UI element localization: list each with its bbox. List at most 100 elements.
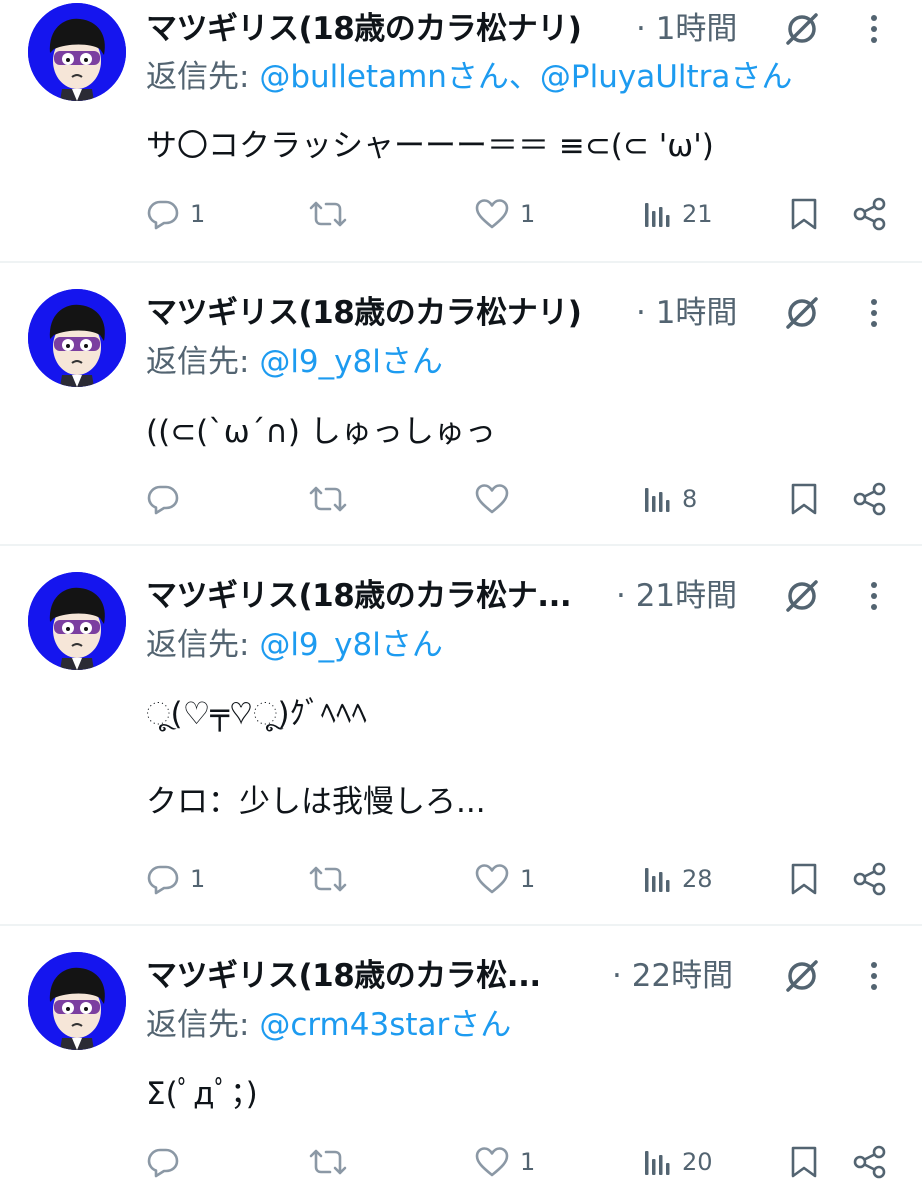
more-vertical-dots-icon[interactable] bbox=[862, 956, 886, 996]
tweet-actions: 1 1 21 bbox=[0, 194, 922, 234]
like-count: 1 bbox=[520, 200, 536, 228]
tweet-actions: 8 bbox=[0, 479, 922, 519]
views-count: 21 bbox=[682, 200, 713, 228]
views-bar-chart-icon bbox=[645, 488, 670, 512]
reply-bubble-icon bbox=[147, 200, 179, 230]
tweet-text: サ〇コクラッシャーーー＝＝ ≡⊂(⊂ 'ω') bbox=[146, 128, 714, 164]
bookmark-icon bbox=[791, 863, 817, 895]
reply-prefix: 返信先: bbox=[146, 59, 260, 95]
more-vertical-dots-icon[interactable] bbox=[862, 9, 886, 49]
bookmark-icon bbox=[791, 483, 817, 515]
avatar-image bbox=[28, 952, 126, 1050]
hidden-slash-circle-icon[interactable] bbox=[782, 956, 822, 996]
heart-icon bbox=[475, 864, 509, 894]
heart-icon bbox=[475, 1147, 509, 1177]
retweet-icon bbox=[309, 201, 347, 227]
tweet[interactable]: マツギリス(18歳のカラ松... · 22時間 返信先: @crm43starさ… bbox=[0, 926, 922, 1200]
views-button[interactable]: 28 bbox=[642, 859, 713, 899]
reply-to-line: 返信先: @l9_y8lさん bbox=[146, 341, 443, 383]
tweet-time[interactable]: · 1時間 bbox=[636, 9, 737, 49]
reply-button[interactable]: 1 bbox=[146, 859, 205, 899]
retweet-icon bbox=[309, 486, 347, 512]
views-bar-chart-icon bbox=[645, 868, 670, 892]
views-count: 28 bbox=[682, 865, 713, 893]
avatar[interactable] bbox=[28, 289, 126, 387]
reply-button[interactable]: 1 bbox=[146, 194, 205, 234]
views-button[interactable]: 20 bbox=[642, 1142, 713, 1182]
share-button[interactable] bbox=[852, 1142, 888, 1182]
hidden-slash-circle-icon[interactable] bbox=[782, 293, 822, 333]
tweet-text: ((⊂(`ω´∩) しゅっしゅっ bbox=[146, 414, 496, 450]
author-name[interactable]: マツギリス(18歳のカラ松ナ... bbox=[146, 576, 572, 616]
share-icon bbox=[853, 862, 886, 896]
bookmark-button[interactable] bbox=[788, 194, 820, 234]
share-icon bbox=[853, 1145, 886, 1179]
tweet-text: Σ(ﾟдﾟ；) bbox=[146, 1076, 258, 1112]
heart-icon bbox=[475, 199, 509, 229]
bookmark-icon bbox=[791, 198, 817, 230]
bookmark-button[interactable] bbox=[788, 859, 820, 899]
author-name[interactable]: マツギリス(18歳のカラ松ナリ) bbox=[146, 9, 582, 49]
reply-mentions[interactable]: @l9_y8lさん bbox=[259, 627, 443, 663]
reply-bubble-icon bbox=[147, 485, 179, 515]
reply-button[interactable] bbox=[146, 479, 190, 519]
author-name[interactable]: マツギリス(18歳のカラ松ナリ) bbox=[146, 293, 582, 333]
more-vertical-dots-icon[interactable] bbox=[862, 576, 886, 616]
reply-prefix: 返信先: bbox=[146, 627, 260, 663]
bookmark-button[interactable] bbox=[788, 479, 820, 519]
retweet-button[interactable] bbox=[308, 194, 358, 234]
share-icon bbox=[853, 482, 886, 516]
views-button[interactable]: 8 bbox=[642, 479, 697, 519]
avatar-image bbox=[28, 289, 126, 387]
avatar-image bbox=[28, 3, 126, 101]
hidden-slash-circle-icon[interactable] bbox=[782, 9, 822, 49]
share-button[interactable] bbox=[852, 479, 888, 519]
retweet-icon bbox=[309, 1149, 347, 1175]
like-button[interactable] bbox=[474, 479, 520, 519]
retweet-button[interactable] bbox=[308, 1142, 358, 1182]
retweet-icon bbox=[309, 866, 347, 892]
reply-to-line: 返信先: @l9_y8lさん bbox=[146, 624, 443, 666]
tweet-actions: 1 1 28 bbox=[0, 859, 922, 899]
bookmark-icon bbox=[791, 1146, 817, 1178]
views-bar-chart-icon bbox=[645, 1151, 670, 1175]
tweet-time[interactable]: · 21時間 bbox=[616, 576, 737, 616]
retweet-button[interactable] bbox=[308, 479, 358, 519]
reply-prefix: 返信先: bbox=[146, 344, 260, 380]
share-button[interactable] bbox=[852, 859, 888, 899]
views-count: 8 bbox=[682, 485, 698, 513]
retweet-button[interactable] bbox=[308, 859, 358, 899]
reply-mentions[interactable]: @crm43starさん bbox=[259, 1007, 511, 1043]
reply-count: 1 bbox=[190, 865, 206, 893]
avatar[interactable] bbox=[28, 572, 126, 670]
tweet-text: ૂ(♡╤♡ૂ)ｸﾞﾍﾍﾍ クロ：少しは我慢しろ... bbox=[146, 696, 486, 820]
reply-prefix: 返信先: bbox=[146, 1007, 260, 1043]
share-button[interactable] bbox=[852, 194, 888, 234]
heart-icon bbox=[475, 484, 509, 514]
more-vertical-dots-icon[interactable] bbox=[862, 293, 886, 333]
tweet[interactable]: マツギリス(18歳のカラ松ナ... · 21時間 返信先: @l9_y8lさん … bbox=[0, 546, 922, 924]
reply-count: 1 bbox=[190, 200, 206, 228]
reply-button[interactable] bbox=[146, 1142, 190, 1182]
avatar[interactable] bbox=[28, 952, 126, 1050]
bookmark-button[interactable] bbox=[788, 1142, 820, 1182]
reply-mentions[interactable]: @bulletamnさん、@PluyaUltraさん bbox=[259, 59, 792, 95]
reply-mentions[interactable]: @l9_y8lさん bbox=[259, 344, 443, 380]
tweet[interactable]: マツギリス(18歳のカラ松ナリ) · 1時間 返信先: @l9_y8lさん ((… bbox=[0, 263, 922, 545]
reply-to-line: 返信先: @crm43starさん bbox=[146, 1004, 511, 1046]
like-button[interactable]: 1 bbox=[474, 194, 535, 234]
reply-bubble-icon bbox=[147, 1148, 179, 1178]
avatar-image bbox=[28, 572, 126, 670]
views-button[interactable]: 21 bbox=[642, 194, 713, 234]
tweet[interactable]: マツギリス(18歳のカラ松ナリ) · 1時間 返信先: @bulletamnさん… bbox=[0, 0, 922, 262]
author-name[interactable]: マツギリス(18歳のカラ松... bbox=[146, 956, 541, 996]
share-icon bbox=[853, 197, 886, 231]
hidden-slash-circle-icon[interactable] bbox=[782, 576, 822, 616]
tweet-actions: 1 20 bbox=[0, 1142, 922, 1182]
avatar[interactable] bbox=[28, 3, 126, 101]
tweet-time[interactable]: · 1時間 bbox=[636, 293, 737, 333]
like-button[interactable]: 1 bbox=[474, 1142, 535, 1182]
like-count: 1 bbox=[520, 1148, 536, 1176]
like-button[interactable]: 1 bbox=[474, 859, 535, 899]
tweet-time[interactable]: · 22時間 bbox=[612, 956, 733, 996]
